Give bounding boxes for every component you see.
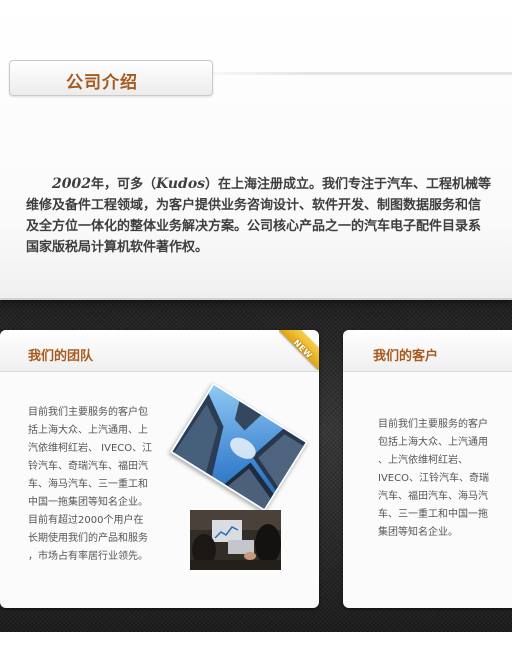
team-line: 铃汽车、奇瑞汽车、福田汽 [28,461,148,472]
clients-card-header: 我们的客户 [343,330,512,372]
clients-line: 集团等知名企业。 [378,527,458,538]
team-description: 目前我们主要服务的客户包 括上海大众、上汽通用、上 汽依维柯红岩、 IVECO、… [28,404,163,566]
team-line: 汽依维柯红岩、 IVECO、江 [28,443,153,454]
team-line: 目前我们主要服务的客户包 [28,407,148,418]
new-badge-label: NEW [291,338,314,361]
business-meeting-photo [190,510,281,570]
clients-line: IVECO、江铃汽车、奇瑞 [378,473,489,484]
clients-line: 目前我们主要服务的客户 [378,419,488,430]
new-ribbon-icon: NEW [279,330,319,370]
clients-description: 目前我们主要服务的客户 包括上海大众、上汽通用 、上汽依维柯红岩、 IVECO、… [378,416,502,542]
team-line: 括上海大众、上汽通用、上 [28,425,148,436]
intro-line-4: 国家版税局计算机软件著作权。 [26,240,209,255]
team-card-title[interactable]: 我们的团队 [28,345,93,364]
team-card-header: 我们的团队 [0,330,319,372]
team-line: 目前有超过2000个用户在 [28,515,144,526]
intro-line-1-mid: 年，可多（ [90,177,156,192]
intro-brand-name: Kudos [155,176,206,192]
team-line: 长期使用我们的产品和服务 [28,533,148,544]
clients-line: 包括上海大众、上汽通用 [378,437,488,448]
intro-line-1: 2002年，可多（Kudos）在上海注册成立。我们专注于汽车、工程机械等 [26,174,512,195]
intro-year: 2002 [52,176,91,192]
intro-line-1-rest: ）在上海注册成立。我们专注于汽车、工程机械等 [205,177,492,192]
team-line: 中国一拖集团等知名企业。 [28,497,148,508]
clients-card: 我们的客户 目前我们主要服务的客户 包括上海大众、上汽通用 、上汽依维柯红岩、 … [343,330,512,608]
intro-line-2: 维修及备件工程领域，为客户提供业务咨询设计、软件开发、制图数据服务和信 [26,198,482,213]
clients-line: 汽车、福田汽车、海马汽 [378,491,488,502]
clients-card-title[interactable]: 我们的客户 [373,345,438,364]
clients-line: 、上汽依维柯红岩、 [378,455,468,466]
new-badge-ribbon: NEW [279,330,319,370]
company-intro-tab[interactable]: 公司介绍 [9,60,213,96]
company-intro-title: 公司介绍 [66,73,138,93]
team-line: 车、海马汽车、三一重工和 [28,479,148,490]
meeting-illustration [190,510,281,570]
intro-line-3: 及全方位一体化的整体业务解决方案。公司核心产品之一的汽车电子配件目录系 [26,219,482,234]
team-line: ，市场占有率居行业领先。 [28,551,148,562]
header-divider-line [213,72,512,75]
company-intro-paragraph: 2002年，可多（Kudos）在上海注册成立。我们专注于汽车、工程机械等 维修及… [26,174,512,258]
clients-line: 车、三一重工和中国一拖 [378,509,488,520]
company-intro-section: 公司介绍 2002年，可多（Kudos）在上海注册成立。我们专注于汽车、工程机械… [0,0,512,300]
